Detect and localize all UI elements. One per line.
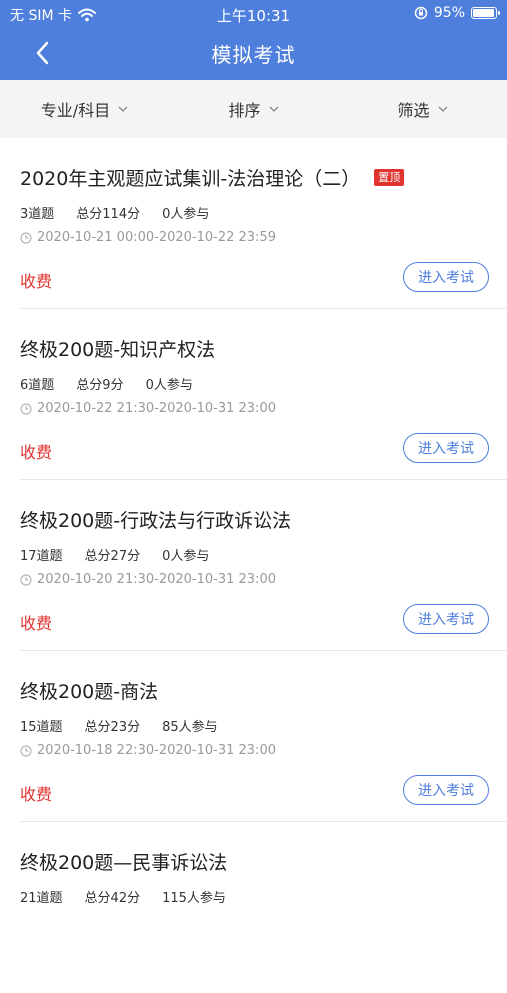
exam-card[interactable]: 终极200题-商法 15道题 总分23分 85人参与 2020-10-18 22… xyxy=(0,651,507,822)
time-range: 2020-10-21 00:00-2020-10-22 23:59 xyxy=(37,230,276,245)
exam-title-row: 终极200题-知识产权法 xyxy=(20,335,215,362)
participant-count: 0人参与 xyxy=(145,378,193,393)
exam-card[interactable]: 2020年主观题应试集训-法治理论（二） 置顶 3道题 总分114分 0人参与 … xyxy=(0,138,507,309)
app-header: 无 SIM 卡 上午10:31 95% 模拟考试 xyxy=(0,0,507,80)
battery-percent: 95% xyxy=(433,5,465,21)
filter-sort-label: 排序 xyxy=(228,101,261,120)
chevron-down-icon xyxy=(118,106,128,112)
price-label: 收费 xyxy=(20,785,53,804)
exam-card[interactable]: 终极200题-知识产权法 6道题 总分9分 0人参与 2020-10-22 21… xyxy=(0,309,507,480)
price-label: 收费 xyxy=(20,272,53,291)
participant-count: 0人参与 xyxy=(162,549,210,564)
chevron-down-icon xyxy=(269,106,278,112)
filter-bar: 专业/科目 排序 筛选 xyxy=(0,80,507,138)
enter-exam-button[interactable]: 进入考试 xyxy=(403,775,489,805)
status-right: 95% xyxy=(414,5,500,21)
total-score: 总分27分 xyxy=(84,549,141,564)
exam-title-row: 终极200题-商法 xyxy=(20,677,158,704)
exam-time: 2020-10-21 00:00-2020-10-22 23:59 xyxy=(20,230,276,245)
exam-title: 终极200题-知识产权法 xyxy=(20,339,216,361)
question-count: 3道题 xyxy=(20,207,55,222)
enter-exam-button[interactable]: 进入考试 xyxy=(403,604,489,634)
filter-subject-label: 专业/科目 xyxy=(40,101,111,120)
exam-meta: 3道题 总分114分 0人参与 xyxy=(20,203,209,222)
participant-count: 0人参与 xyxy=(162,207,210,222)
question-count: 21道题 xyxy=(20,891,63,906)
total-score: 总分9分 xyxy=(76,378,124,393)
filter-filter[interactable]: 筛选 xyxy=(338,97,507,121)
filter-subject[interactable]: 专业/科目 xyxy=(0,97,169,121)
question-count: 6道题 xyxy=(20,378,55,393)
exam-title-row: 终极200题-行政法与行政诉讼法 xyxy=(20,506,291,533)
enter-exam-button[interactable]: 进入考试 xyxy=(403,262,489,292)
pinned-badge: 置顶 xyxy=(374,169,405,186)
exam-time: 2020-10-18 22:30-2020-10-31 23:00 xyxy=(20,743,276,758)
question-count: 15道题 xyxy=(20,720,63,735)
exam-title-row: 终极200题—民事诉讼法 xyxy=(20,848,227,875)
exam-title: 2020年主观题应试集训-法治理论（二） xyxy=(20,168,361,190)
filter-filter-label: 筛选 xyxy=(397,101,430,120)
exam-title: 终极200题—民事诉讼法 xyxy=(20,852,228,874)
exam-meta: 6道题 总分9分 0人参与 xyxy=(20,374,193,393)
exam-title-row: 2020年主观题应试集训-法治理论（二） 置顶 xyxy=(20,164,405,191)
clock-icon xyxy=(20,574,32,585)
exam-list: 2020年主观题应试集训-法治理论（二） 置顶 3道题 总分114分 0人参与 … xyxy=(0,138,507,993)
time-range: 2020-10-18 22:30-2020-10-31 23:00 xyxy=(37,743,276,758)
battery-icon xyxy=(471,7,500,19)
exam-time: 2020-10-20 21:30-2020-10-31 23:00 xyxy=(20,572,276,587)
exam-meta: 15道题 总分23分 85人参与 xyxy=(20,716,218,735)
nav-bar: 模拟考试 xyxy=(0,28,507,78)
time-range: 2020-10-22 21:30-2020-10-31 23:00 xyxy=(37,401,276,416)
enter-exam-button[interactable]: 进入考试 xyxy=(403,433,489,463)
total-score: 总分42分 xyxy=(84,891,141,906)
exam-title: 终极200题-商法 xyxy=(20,681,159,703)
participant-count: 115人参与 xyxy=(162,891,226,906)
exam-card[interactable]: 终极200题—民事诉讼法 21道题 总分42分 115人参与 xyxy=(0,822,507,993)
question-count: 17道题 xyxy=(20,549,63,564)
time-range: 2020-10-20 21:30-2020-10-31 23:00 xyxy=(37,572,276,587)
exam-card[interactable]: 终极200题-行政法与行政诉讼法 17道题 总分27分 0人参与 2020-10… xyxy=(0,480,507,651)
exam-title: 终极200题-行政法与行政诉讼法 xyxy=(20,510,292,532)
clock-icon xyxy=(20,745,32,756)
total-score: 总分23分 xyxy=(84,720,141,735)
price-label: 收费 xyxy=(20,614,53,633)
total-score: 总分114分 xyxy=(76,207,141,222)
filter-sort[interactable]: 排序 xyxy=(169,97,338,121)
exam-time: 2020-10-22 21:30-2020-10-31 23:00 xyxy=(20,401,276,416)
page-title: 模拟考试 xyxy=(211,43,296,67)
exam-meta: 17道题 总分27分 0人参与 xyxy=(20,545,209,564)
orientation-lock-icon xyxy=(414,6,428,20)
clock-icon xyxy=(20,232,32,243)
price-label: 收费 xyxy=(20,443,53,462)
exam-meta: 21道题 总分42分 115人参与 xyxy=(20,887,226,906)
clock-icon xyxy=(20,403,32,414)
chevron-down-icon xyxy=(438,106,447,112)
status-bar: 无 SIM 卡 上午10:31 95% xyxy=(0,0,507,28)
participant-count: 85人参与 xyxy=(162,720,218,735)
